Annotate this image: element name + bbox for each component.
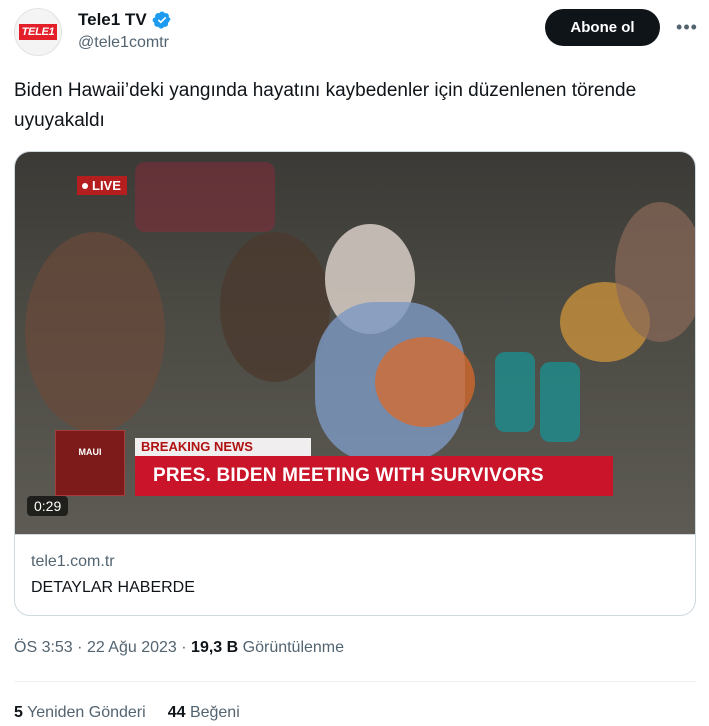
breaking-news-label: BREAKING NEWS xyxy=(135,438,311,456)
video-duration: 0:29 xyxy=(27,496,69,516)
link-domain: tele1.com.tr xyxy=(31,553,115,570)
news-lower-third: MAUI BREAKING NEWS PRES. BIDEN MEETING W… xyxy=(55,430,615,496)
more-options-icon[interactable]: ••• xyxy=(674,14,700,40)
divider xyxy=(14,681,696,682)
tweet-date[interactable]: 22 Ağu 2023 xyxy=(87,639,177,656)
video-person-shape xyxy=(220,232,330,382)
author-name[interactable]: Tele1 TV xyxy=(78,10,147,30)
maui-label: MAUI xyxy=(78,447,102,457)
link-card-footer[interactable]: tele1.com.tr DETAYLAR HABERDE xyxy=(15,534,695,615)
avatar-logo: TELE1 xyxy=(18,24,58,40)
likes-label: Beğeni xyxy=(189,704,240,721)
likes-stat[interactable]: 44 Beğeni xyxy=(168,704,240,722)
news-headline: PRES. BIDEN MEETING WITH SURVIVORS xyxy=(135,456,613,496)
tweet-header: TELE1 Tele1 TV @tele1comtr Abone ol ••• xyxy=(14,6,697,62)
author-handle[interactable]: @tele1comtr xyxy=(78,34,169,52)
video-player[interactable]: LIVE MAUI BREAKING NEWS PRES. BIDEN MEET… xyxy=(15,152,695,534)
retweets-stat[interactable]: 5 Yeniden Gönderi xyxy=(14,704,146,722)
tweet-time[interactable]: ÖS 3:53 xyxy=(14,639,73,656)
tweet-text: Biden Hawaii’deki yangında hayatını kayb… xyxy=(14,80,637,131)
video-flowers-shape xyxy=(375,337,475,427)
live-label: LIVE xyxy=(92,178,121,193)
live-badge: LIVE xyxy=(77,176,127,195)
author-name-row: Tele1 TV xyxy=(78,10,172,30)
view-count: 19,3 B xyxy=(191,639,239,656)
link-card[interactable]: LIVE MAUI BREAKING NEWS PRES. BIDEN MEET… xyxy=(14,151,696,616)
meta-separator: · xyxy=(77,639,87,656)
views-label: Görüntülenme xyxy=(242,639,345,656)
like-count: 44 xyxy=(167,704,186,721)
avatar[interactable]: TELE1 xyxy=(14,8,62,56)
follow-button[interactable]: Abone ol xyxy=(545,9,660,46)
video-bottle-shape xyxy=(495,352,535,432)
meta-separator: · xyxy=(181,639,192,656)
tweet-stats: 5 Yeniden Gönderi 44 Beğeni xyxy=(14,704,240,722)
tweet-meta: ÖS 3:53 · 22 Ağu 2023 · 19,3 B Görüntüle… xyxy=(14,639,344,657)
retweets-label: Yeniden Gönderi xyxy=(27,704,146,721)
video-person-shape xyxy=(615,202,695,342)
video-person-shape xyxy=(25,232,165,432)
maui-logo-box: MAUI xyxy=(55,430,125,496)
live-dot-icon xyxy=(82,182,88,189)
verified-badge-icon xyxy=(152,11,171,29)
video-background-shape xyxy=(135,162,275,232)
link-title: DETAYLAR HABERDE xyxy=(31,579,195,596)
retweet-count: 5 xyxy=(14,704,23,721)
